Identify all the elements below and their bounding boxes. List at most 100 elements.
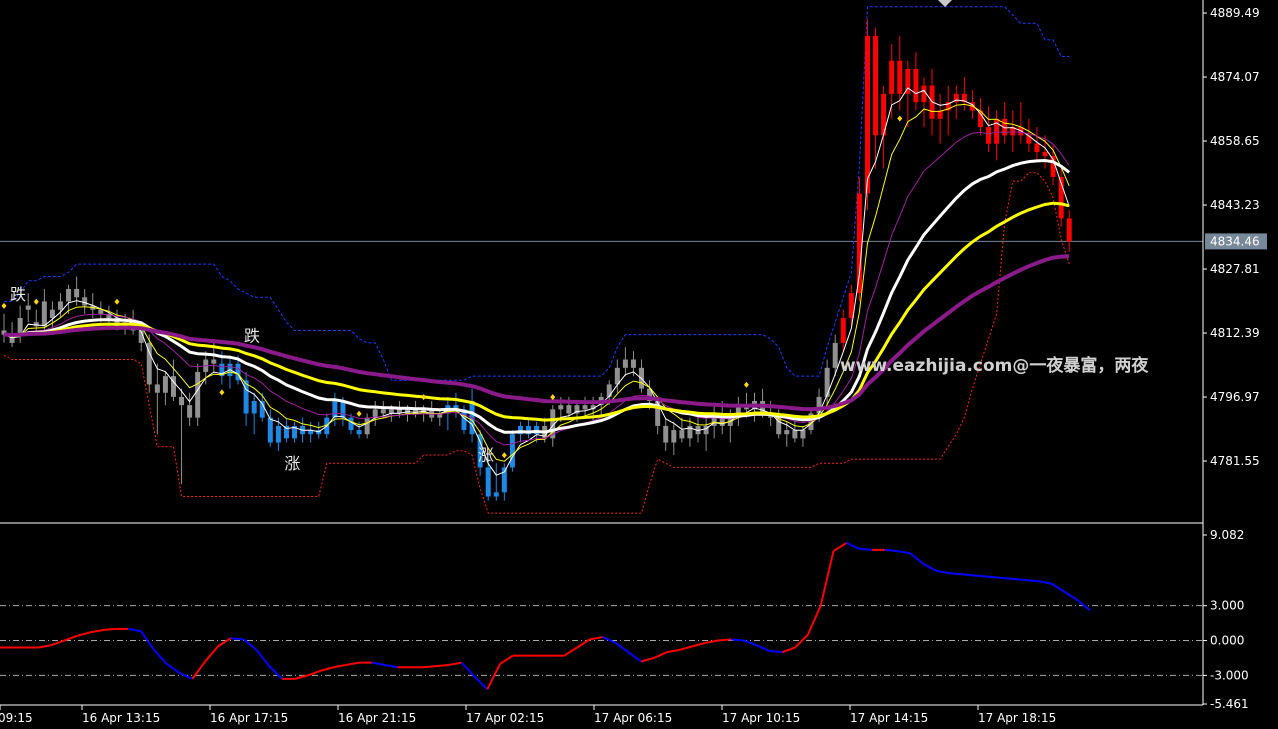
osc-tick-label: 3.000 (1210, 599, 1244, 613)
candle-body (187, 405, 193, 418)
time-tick-label: 17 Apr 06:15 (594, 711, 672, 725)
time-tick-label: 09:15 (0, 711, 33, 725)
candle-body (66, 288, 72, 302)
candle-body (582, 405, 588, 410)
oscillator-segment (974, 574, 988, 578)
price-tick-label: 4889.49 (1210, 6, 1260, 20)
oscillator-segment (1012, 577, 1026, 582)
candle-body (57, 301, 63, 310)
signal-marker-label: 涨 (284, 454, 300, 473)
candle-body (267, 417, 273, 443)
osc-tick-label: -3.000 (1210, 668, 1249, 682)
oscillator-segment (423, 665, 437, 669)
osc-tick-label: -5.461 (1210, 697, 1249, 711)
oscillator-segment (718, 638, 732, 642)
oscillator-segment (948, 572, 962, 576)
candle-body (251, 401, 257, 414)
candle-body (784, 430, 790, 435)
candle (195, 363, 201, 426)
candle-body (340, 401, 346, 418)
price-tick-label: 4781.55 (1210, 454, 1260, 468)
watermark-text: www.eazhijia.com@一夜暴富，两夜 (840, 355, 1149, 376)
time-tick-label: 17 Apr 10:15 (722, 711, 800, 725)
candle-body (606, 384, 612, 397)
candle (509, 430, 515, 472)
candle-body (792, 430, 798, 439)
oscillator-segment (1000, 576, 1014, 580)
candle-body (380, 409, 386, 414)
trading-chart[interactable]: 跌跌涨涨 4889.494874.074858.654843.234827.81… (0, 0, 1278, 729)
candle-body (986, 127, 992, 144)
candle-body (897, 60, 903, 94)
oscillator-segment (102, 627, 116, 632)
candle-body (372, 409, 378, 418)
candle-body (824, 367, 830, 397)
candle-body (873, 35, 879, 136)
candle-body (154, 384, 160, 393)
osc-tick-label: 9.082 (1210, 528, 1244, 542)
candle-body (630, 359, 636, 368)
candle-body (913, 68, 919, 103)
candle-body (74, 288, 80, 298)
time-tick-label: 16 Apr 17:15 (210, 711, 288, 725)
time-tick-label: 17 Apr 18:15 (978, 711, 1056, 725)
time-tick-label: 16 Apr 13:15 (82, 711, 160, 725)
oscillator-segment (987, 575, 1001, 579)
price-tick-label: 4858.65 (1210, 134, 1260, 148)
candle-body (1042, 151, 1048, 157)
candle-body (211, 359, 217, 364)
time-tick-label: 17 Apr 02:15 (466, 711, 544, 725)
candle-body (889, 60, 895, 94)
oscillator-segment (435, 663, 449, 668)
candle-body (679, 430, 685, 439)
candle-body (558, 405, 564, 410)
candle-body (162, 376, 168, 393)
candle-body (332, 401, 338, 418)
time-tick-label: 16 Apr 21:15 (338, 711, 416, 725)
oscillator-segment (769, 650, 783, 654)
price-tick-label: 4812.39 (1210, 326, 1260, 340)
current-price-label: 4834.46 (1210, 234, 1260, 248)
candle-body (509, 434, 515, 468)
candle-body (195, 371, 201, 418)
candle-body (98, 309, 104, 314)
time-tick-label: 17 Apr 14:15 (850, 711, 928, 725)
candle-body (864, 35, 870, 194)
candle-body (1034, 143, 1040, 152)
oscillator-segment (961, 573, 975, 577)
candle-body (816, 396, 822, 414)
candle-body (41, 301, 47, 327)
candle-body (485, 467, 491, 497)
price-tick-label: 4874.07 (1210, 70, 1260, 84)
candle-body (493, 492, 499, 497)
candle-body (348, 417, 354, 431)
candle-body (663, 425, 669, 443)
candle-body (275, 425, 281, 443)
price-tick-label: 4796.97 (1210, 390, 1260, 404)
candle-body (179, 396, 185, 406)
candle-body (800, 430, 806, 439)
candle-body (856, 193, 862, 294)
oscillator-segment (1025, 579, 1039, 583)
oscillator-segment (230, 637, 244, 641)
candle-body (25, 305, 31, 310)
oscillator-segment (859, 547, 873, 551)
candle-body (17, 318, 23, 335)
candle-body (82, 297, 88, 306)
candle-body (671, 430, 677, 443)
candle-body (356, 430, 362, 435)
candle-body (364, 417, 370, 435)
candle-body (566, 405, 572, 414)
price-tick-label: 4843.23 (1210, 198, 1260, 212)
candle-body (832, 342, 838, 368)
signal-marker-label: 跌 (10, 285, 26, 304)
osc-tick-label: 0.000 (1210, 634, 1244, 648)
price-tick-label: 4827.81 (1210, 262, 1260, 276)
candle-body (49, 309, 55, 319)
signal-marker-label: 涨 (478, 446, 494, 465)
candle-body (1066, 218, 1072, 242)
oscillator-segment (884, 548, 898, 553)
candle-body (840, 318, 846, 343)
oscillator-segment (730, 638, 744, 642)
candle-body (921, 85, 927, 103)
